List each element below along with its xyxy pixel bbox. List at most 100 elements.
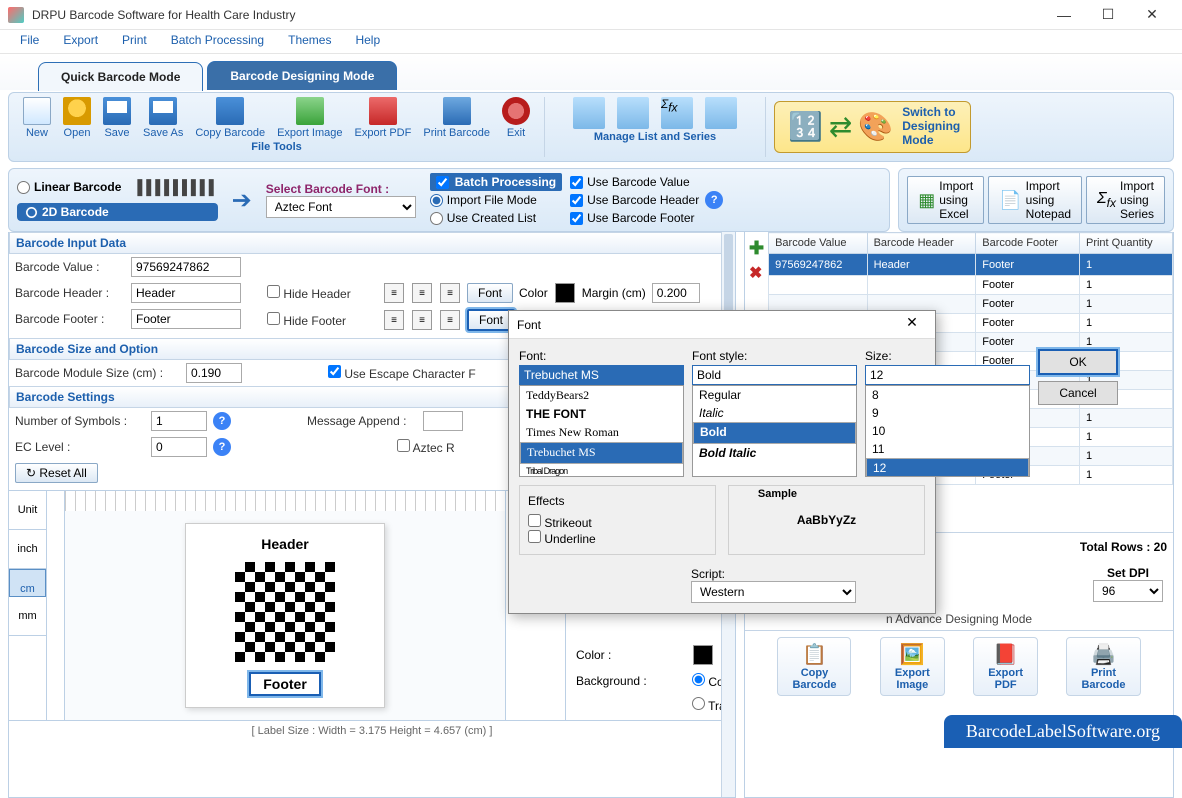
chk-use-footer[interactable]: Use Barcode Footer xyxy=(570,211,699,225)
font-item[interactable]: TeddyBears2 xyxy=(520,386,683,405)
switch-to-designing-button[interactable]: 🔢 ⇄ 🎨 Switch to Designing Mode xyxy=(774,101,971,152)
size-item[interactable]: 8 xyxy=(866,386,1029,404)
tool-print[interactable]: Print Barcode xyxy=(423,97,490,139)
ec-input[interactable] xyxy=(151,437,207,457)
style-item[interactable]: Regular xyxy=(693,386,856,404)
header-font-button[interactable]: Font xyxy=(467,283,513,303)
col-header[interactable]: Barcode Header xyxy=(867,233,976,254)
font-item[interactable]: Times New Roman xyxy=(520,423,683,442)
align-left-icon-2[interactable]: ≡ xyxy=(384,310,404,330)
align-right-icon[interactable]: ≡ xyxy=(440,283,460,303)
maximize-button[interactable]: ☐ xyxy=(1086,1,1130,29)
menu-themes[interactable]: Themes xyxy=(276,30,343,53)
unit-cm[interactable]: cm xyxy=(9,569,46,597)
symbols-input[interactable] xyxy=(151,411,207,431)
size-item[interactable]: 9 xyxy=(866,404,1029,422)
hide-header-chk[interactable]: Hide Header xyxy=(267,285,377,301)
col-qty[interactable]: Print Quantity xyxy=(1079,233,1172,254)
symbols-help-icon[interactable]: ? xyxy=(213,412,231,430)
bc-color-swatch[interactable] xyxy=(693,645,713,665)
radio-created-list[interactable]: Use Created List xyxy=(430,211,562,225)
close-button[interactable]: ✕ xyxy=(1130,1,1174,29)
tool-new[interactable]: New xyxy=(23,97,51,139)
minimize-button[interactable]: — xyxy=(1042,1,1086,29)
font-item[interactable]: Tribal Dragon xyxy=(520,464,683,477)
export-image-button[interactable]: 🖼️Export Image xyxy=(880,637,945,696)
barcode-footer-input[interactable] xyxy=(131,309,241,329)
barcode-font-select[interactable]: Aztec Font xyxy=(266,196,416,218)
tool-saveas[interactable]: Save As xyxy=(143,97,183,139)
font-item[interactable]: THE FONT xyxy=(520,405,683,423)
tool-copy[interactable]: Copy Barcode xyxy=(195,97,265,139)
col-footer[interactable]: Barcode Footer xyxy=(976,233,1080,254)
menu-help[interactable]: Help xyxy=(343,30,392,53)
font-ok-button[interactable]: OK xyxy=(1038,349,1118,375)
tab-quick-mode[interactable]: Quick Barcode Mode xyxy=(38,62,203,91)
menu-batch[interactable]: Batch Processing xyxy=(159,30,276,53)
script-select[interactable]: Western xyxy=(691,581,856,603)
unit-inch[interactable]: inch xyxy=(9,530,46,569)
menu-file[interactable]: File xyxy=(8,30,51,53)
hide-footer-chk[interactable]: Hide Footer xyxy=(267,312,377,328)
export-pdf-button[interactable]: 📕Export PDF xyxy=(973,637,1038,696)
import-notepad-button[interactable]: 📄Import using Notepad xyxy=(988,176,1082,224)
manage-icon-1[interactable] xyxy=(573,97,605,129)
tool-open[interactable]: Open xyxy=(63,97,91,139)
style-list[interactable]: Regular Italic Bold Bold Italic xyxy=(692,385,857,477)
strikeout-chk[interactable]: Strikeout xyxy=(528,516,592,530)
reset-all-button[interactable]: ↻ Reset All xyxy=(15,463,98,483)
underline-chk[interactable]: Underline xyxy=(528,532,596,546)
menu-export[interactable]: Export xyxy=(51,30,110,53)
tool-export-image[interactable]: Export Image xyxy=(277,97,342,139)
header-color-swatch[interactable] xyxy=(555,283,575,303)
style-item-selected[interactable]: Bold xyxy=(693,422,856,444)
import-series-button[interactable]: ΣfxImport using Series xyxy=(1086,176,1165,224)
manage-icon-2[interactable] xyxy=(617,97,649,129)
menu-print[interactable]: Print xyxy=(110,30,159,53)
barcode-header-input[interactable] xyxy=(131,283,241,303)
manage-icon-4[interactable] xyxy=(705,97,737,129)
module-size-input[interactable] xyxy=(186,363,242,383)
size-item[interactable]: 10 xyxy=(866,422,1029,440)
tool-export-pdf[interactable]: Export PDF xyxy=(355,97,412,139)
batch-checkbox[interactable] xyxy=(436,176,449,189)
font-item-selected[interactable]: Trebuchet MS xyxy=(520,442,683,464)
align-center-icon[interactable]: ≡ xyxy=(412,283,432,303)
radio-2d-barcode[interactable]: 2D Barcode xyxy=(17,203,218,221)
font-dialog-close[interactable]: ✕ xyxy=(897,314,927,336)
copy-barcode-button[interactable]: 📋Copy Barcode xyxy=(777,637,851,696)
align-left-icon[interactable]: ≡ xyxy=(384,283,404,303)
margin-input[interactable] xyxy=(652,283,700,303)
size-list[interactable]: 8 9 10 11 12 14 16 xyxy=(865,385,1030,477)
size-item[interactable]: 11 xyxy=(866,440,1029,458)
chk-use-header[interactable]: Use Barcode Header xyxy=(570,193,699,207)
align-center-icon-2[interactable]: ≡ xyxy=(412,310,432,330)
chk-use-value[interactable]: Use Barcode Value xyxy=(570,175,699,189)
table-row[interactable]: 97569247862HeaderFooter1 xyxy=(769,254,1173,276)
font-cancel-button[interactable]: Cancel xyxy=(1038,381,1118,405)
barcode-value-input[interactable] xyxy=(131,257,241,277)
table-row[interactable]: Footer1 xyxy=(769,276,1173,295)
font-list[interactable]: TeddyBears2 THE FONT Times New Roman Tre… xyxy=(519,385,684,477)
add-row-icon[interactable]: ✚ xyxy=(749,238,764,259)
ec-help-icon[interactable]: ? xyxy=(213,438,231,456)
tool-exit[interactable]: Exit xyxy=(502,97,530,139)
dpi-select[interactable]: 96 xyxy=(1093,580,1163,602)
tab-designing-mode[interactable]: Barcode Designing Mode xyxy=(207,61,397,90)
manage-icon-3[interactable]: Σfx xyxy=(661,97,693,129)
style-item[interactable]: Italic xyxy=(693,404,856,422)
radio-import-file[interactable]: Import File Mode xyxy=(430,193,562,207)
escape-char-chk[interactable]: Use Escape Character F xyxy=(328,365,476,381)
font-size-input[interactable] xyxy=(865,365,1030,385)
font-style-input[interactable] xyxy=(692,365,857,385)
print-barcode-button[interactable]: 🖨️Print Barcode xyxy=(1066,637,1140,696)
font-name-input[interactable] xyxy=(519,365,684,385)
batch-help-icon[interactable]: ? xyxy=(705,191,723,209)
radio-linear-barcode[interactable]: Linear Barcode ▌▌▌▌▌▌▌▌▌ xyxy=(17,179,218,195)
unit-mm[interactable]: mm xyxy=(9,597,46,636)
append-input[interactable] xyxy=(423,411,463,431)
size-item-selected[interactable]: 12 xyxy=(866,458,1029,477)
style-item[interactable]: Bold Italic xyxy=(693,444,856,462)
remove-row-icon[interactable]: ✖ xyxy=(749,263,764,283)
aztec-chk[interactable]: Aztec R xyxy=(397,439,507,455)
